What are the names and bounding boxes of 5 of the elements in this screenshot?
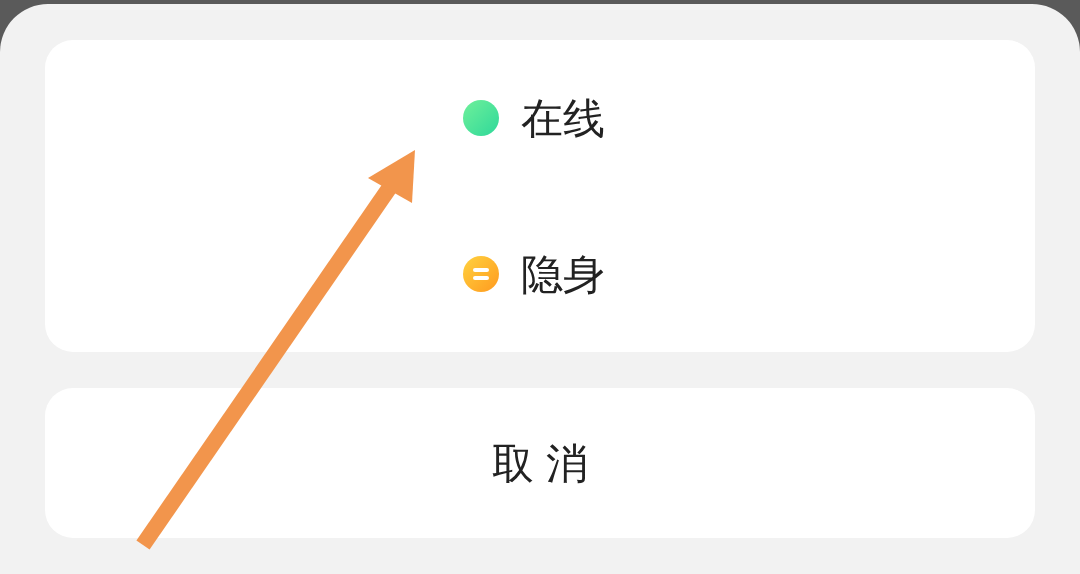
status-option[interactable]: 隐身 <box>45 236 1035 312</box>
status-option[interactable]: 在线 <box>45 80 1035 156</box>
online-dot-icon <box>463 100 499 136</box>
cancel-button[interactable]: 取 消 <box>45 388 1035 538</box>
invisible-status-icon <box>463 256 499 292</box>
